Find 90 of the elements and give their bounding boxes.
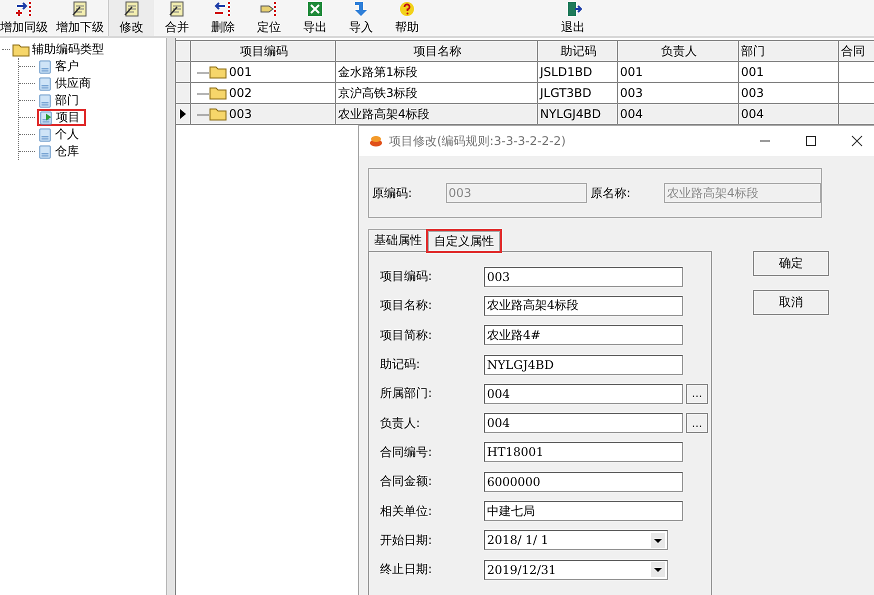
table-cell: 001 — [229, 65, 252, 79]
field-label: 负责人: — [380, 414, 422, 432]
tree-item[interactable]: 部门 — [37, 92, 84, 109]
toolbar-button[interactable]: 增加下级 — [52, 0, 108, 36]
field-label: 原名称: — [590, 184, 632, 202]
app-logo-icon — [369, 135, 383, 147]
tab[interactable]: 自定义属性 — [428, 231, 500, 251]
toolbar-button[interactable]: 合并 — [154, 0, 200, 36]
dropdown-icon[interactable] — [651, 562, 665, 578]
dialog-button[interactable]: 取消 — [753, 290, 829, 315]
input-field[interactable]: HT18001 — [484, 442, 683, 462]
tab[interactable]: 基础属性 — [368, 229, 428, 251]
tree-item[interactable]: 项目 — [37, 109, 86, 126]
tree-item[interactable]: 仓库 — [37, 143, 84, 160]
input-field[interactable]: 中建七局 — [484, 501, 683, 522]
tree-folder-icon — [197, 65, 227, 79]
document-icon — [38, 144, 52, 158]
table-cell: 农业路高架4标段 — [336, 104, 538, 125]
table-cell: 004 — [739, 104, 839, 125]
column-header: 部门 — [739, 41, 839, 62]
toolbar-button[interactable]: 导出 — [292, 0, 338, 36]
browse-button[interactable]: ... — [686, 413, 708, 434]
input-field[interactable]: 003 — [484, 266, 683, 287]
browse-button[interactable]: ... — [686, 384, 708, 404]
locate-icon — [260, 0, 278, 16]
toolbar-button[interactable]: 删除 — [200, 0, 246, 36]
toolbar-button[interactable]: 退出 — [550, 0, 596, 36]
import-arrow-icon — [352, 0, 370, 16]
maximize-icon[interactable] — [805, 135, 817, 147]
dialog-title: 项目修改(编码规则:3-3-3-2-2-2) — [389, 132, 566, 150]
merge-icon — [168, 0, 186, 16]
current-row-icon — [180, 109, 186, 119]
tree-item[interactable]: 供应商 — [37, 75, 96, 92]
table-cell: 004 — [618, 104, 739, 125]
add-sibling-icon — [15, 0, 33, 16]
dialog-button[interactable]: 确定 — [753, 251, 829, 276]
table-cell: 002 — [229, 86, 252, 100]
field-label: 相关单位: — [380, 502, 434, 520]
field-label: 开始日期: — [380, 532, 434, 549]
document-icon — [38, 76, 52, 90]
date-picker[interactable]: 2018/ 1/ 1 — [484, 530, 668, 550]
delete-icon — [214, 0, 232, 16]
field-label: 原编码: — [372, 184, 414, 202]
tree-item[interactable]: 个人 — [37, 126, 84, 143]
column-header: 项目名称 — [336, 41, 538, 62]
folder-icon — [12, 42, 30, 56]
toolbar-button[interactable]: 增加同级 — [0, 0, 52, 36]
column-header: 项目编码 — [191, 41, 336, 62]
field-label: 项目编码: — [380, 268, 434, 286]
toolbar-button[interactable]: 定位 — [246, 0, 292, 36]
row-header[interactable] — [176, 104, 191, 125]
document-icon — [38, 94, 52, 108]
help-icon — [398, 0, 416, 16]
table-cell: 金水路第1标段 — [336, 62, 538, 83]
input-field[interactable]: 004 — [484, 384, 683, 404]
tree-root[interactable]: 辅助编码类型 — [32, 41, 104, 58]
add-child-icon — [71, 0, 89, 16]
toolbar-button[interactable]: 导入 — [338, 0, 384, 36]
document-play-icon — [39, 110, 53, 124]
column-header: 合同 — [839, 41, 874, 62]
field-label: 终止日期: — [380, 561, 434, 578]
toolbar-button[interactable]: 修改 — [108, 0, 154, 36]
table-cell: 003 — [229, 107, 252, 121]
field-label: 合同编号: — [380, 444, 434, 461]
dropdown-icon[interactable] — [651, 532, 665, 548]
field-label: 合同金额: — [380, 473, 434, 490]
input-field[interactable]: 农业路高架4标段 — [484, 296, 683, 316]
document-icon — [38, 60, 52, 74]
field-label: 所属部门: — [380, 385, 434, 402]
date-picker[interactable]: 2019/12/31 — [484, 560, 668, 580]
field-label: 项目简称: — [380, 326, 434, 344]
column-header: 负责人 — [618, 41, 739, 62]
input-field[interactable]: 6000000 — [484, 472, 683, 492]
input-field[interactable]: 004 — [484, 413, 683, 434]
input-field[interactable]: 农业路4# — [484, 325, 683, 346]
field-label: 项目名称: — [380, 297, 434, 314]
tree-folder-icon — [197, 86, 227, 100]
table-cell: JSLD1BD — [538, 62, 618, 83]
document-icon — [38, 128, 52, 142]
table-cell: NYLGJ4BD — [538, 104, 618, 125]
tree-folder-icon — [197, 107, 227, 121]
input-field[interactable]: NYLGJ4BD — [484, 354, 683, 375]
close-icon[interactable] — [851, 135, 863, 147]
table-cell: 001 — [618, 62, 739, 83]
table-cell: 001 — [739, 62, 839, 83]
tree-item[interactable]: 客户 — [37, 58, 84, 75]
column-header: 助记码 — [538, 41, 618, 62]
edit-icon — [122, 0, 140, 16]
toolbar-button[interactable]: 帮助 — [384, 0, 430, 36]
field-label: 助记码: — [380, 356, 422, 374]
